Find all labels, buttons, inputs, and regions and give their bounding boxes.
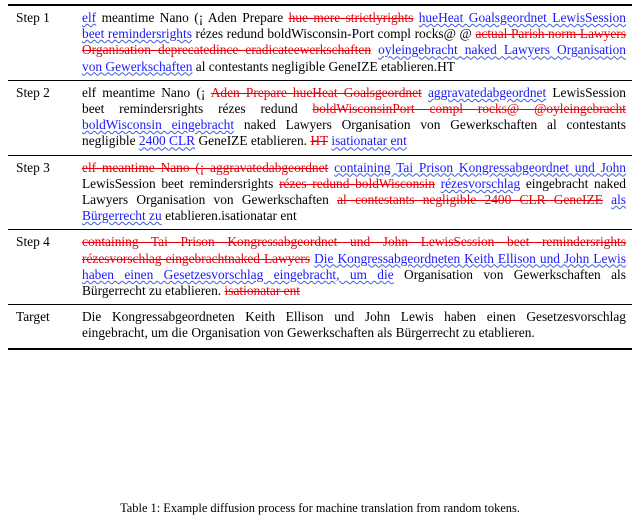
table-body: Step 1 elf meantime Nano (¡ Aden Prepare… <box>8 3 632 350</box>
diff-token-run: isationatar ent <box>331 133 407 149</box>
diff-token-run: boldWisconsin eingebracht <box>82 117 235 133</box>
table-row: Step 4 containing Tai Prison Kongressabg… <box>8 229 632 306</box>
diff-token-run: etablieren.isationatar ent <box>165 208 297 224</box>
table-row-target: Target Die Kongressabgeordneten Keith El… <box>8 304 632 350</box>
table-row: Step 3 elf meantime Nano (¡ aggravatedab… <box>8 155 632 231</box>
target-text: Die Kongressabgeordneten Keith Ellison u… <box>80 304 632 350</box>
step-content: elf meantime Nano (¡ Aden Prepare hueHea… <box>80 80 632 156</box>
diff-token-run: al contestants negligible 2400 CLR GeneI… <box>337 192 603 208</box>
diff-token-run: elf meantime Nano (¡ <box>82 84 206 100</box>
diff-token-run: rézes redund boldWisconsin <box>279 175 435 191</box>
diff-token-run: elf meantime Nano (¡ aggravatedabgeordne… <box>82 159 329 175</box>
diff-token-run: rézes redund boldWisconsin-Port compl ro… <box>195 26 472 42</box>
diff-token-run: aggravatedabgeordnet <box>427 84 547 100</box>
diff-token-run: GeneIZE etablieren. <box>198 133 308 149</box>
step-content: elf meantime Nano (¡ Aden Prepare hue me… <box>80 3 632 81</box>
step-label: Step 4 <box>8 229 80 306</box>
diff-token-run: al contestants negligible GeneIZE etabli… <box>195 58 455 74</box>
step-content: containing Tai Prison Kongressabgeordnet… <box>80 229 632 306</box>
diff-token-run: 2400 CLR <box>138 133 196 149</box>
diff-token-run: hue mere strictlyrights <box>288 10 414 25</box>
diff-token-run: HT <box>310 133 328 149</box>
diff-token-run: elf <box>82 10 97 25</box>
diff-token-run: rézesvorschlag <box>440 175 521 191</box>
diff-token-run: meantime Nano (¡ Aden Prepare <box>101 10 284 25</box>
step-label: Step 1 <box>8 3 80 81</box>
step-label: Step 3 <box>8 155 80 231</box>
step-content: elf meantime Nano (¡ aggravatedabgeordne… <box>80 155 632 231</box>
diffusion-process-table: Step 1 elf meantime Nano (¡ Aden Prepare… <box>8 3 632 350</box>
table-row: Step 2 elf meantime Nano (¡ Aden Prepare… <box>8 80 632 156</box>
table-caption: Table 1: Example diffusion process for m… <box>120 501 520 515</box>
diff-token-run: boldWisconsinPort compl rocks@ @oyleinge… <box>312 101 626 117</box>
diff-token-run: Aden Prepare hueHeat Goalsgeordnet <box>210 84 422 100</box>
step-label: Step 2 <box>8 80 80 156</box>
diff-token-run: isationatar ent <box>224 283 301 299</box>
target-label: Target <box>8 304 80 350</box>
figure-page: Step 1 elf meantime Nano (¡ Aden Prepare… <box>0 3 640 515</box>
table-row: Step 1 elf meantime Nano (¡ Aden Prepare… <box>8 3 632 81</box>
diff-token-run: containing Tai Prison Kongressabgeordnet… <box>334 159 626 175</box>
diff-token-run: LewisSession beet remindersrights <box>82 175 274 191</box>
